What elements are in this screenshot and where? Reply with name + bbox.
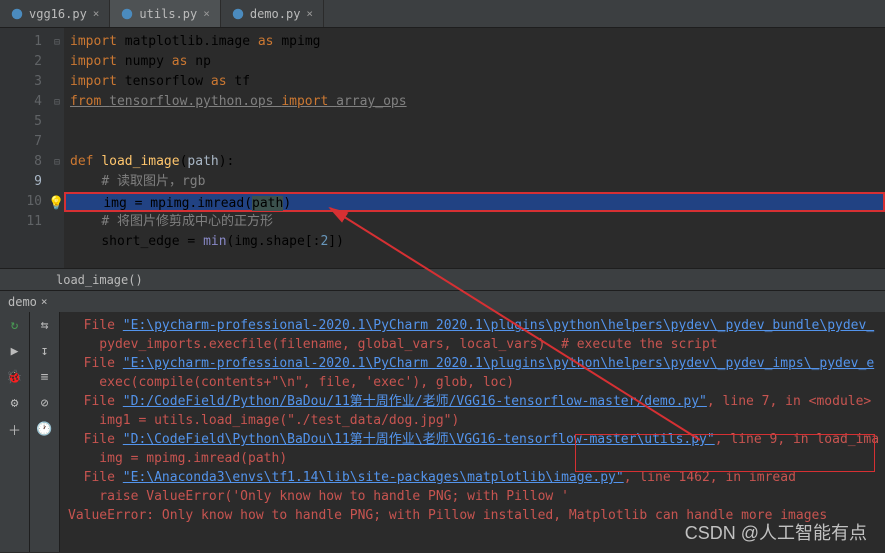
close-icon[interactable]: ×: [306, 7, 313, 20]
file-link[interactable]: "E:\pycharm-professional-2020.1\PyCharm …: [123, 318, 874, 333]
fold-minus-icon[interactable]: ⊟: [50, 32, 64, 52]
breadcrumb-bar[interactable]: load_image(): [0, 268, 885, 290]
console-toolbar-left: ↻ ▶ 🐞 ⚙ ＋: [0, 312, 30, 552]
line-number-gutter: 1 2 3 4 5 7 8 9 10 11: [0, 28, 50, 268]
console-tabs: demo ×: [0, 290, 885, 312]
code-content[interactable]: import matplotlib.image as mpimg import …: [64, 28, 885, 268]
line-number: 1: [0, 32, 42, 52]
watermark: CSDN @人工智能有点: [685, 519, 867, 545]
line-number: 2: [0, 52, 42, 72]
editor-tabs: vgg16.py × utils.py × demo.py ×: [0, 0, 885, 28]
line-number: 9: [0, 172, 42, 192]
file-link[interactable]: "E:\Anaconda3\envs\tf1.14\lib\site-packa…: [123, 470, 624, 485]
tab-utils[interactable]: utils.py ×: [110, 0, 220, 27]
lightbulb-icon[interactable]: 💡: [48, 194, 64, 214]
run-button[interactable]: ▶: [0, 338, 29, 364]
tab-label: utils.py: [139, 7, 197, 21]
add-button[interactable]: ＋: [0, 416, 29, 442]
python-file-icon: [231, 7, 245, 21]
file-link[interactable]: "D:/CodeField/Python/BaDou/11第十周作业/老师/VG…: [123, 394, 707, 409]
tab-demo[interactable]: demo.py ×: [221, 0, 324, 27]
line-number: 10: [0, 192, 42, 212]
tab-label: demo.py: [250, 7, 301, 21]
python-file-icon: [120, 7, 134, 21]
line-number: 11: [0, 212, 42, 232]
fold-minus-icon[interactable]: ⊟: [50, 152, 64, 172]
line-number: 4: [0, 92, 42, 112]
scroll-button[interactable]: ⊘: [30, 390, 59, 416]
line-number: 3: [0, 72, 42, 92]
python-file-icon: [10, 7, 24, 21]
clock-button[interactable]: 🕐: [30, 416, 59, 442]
close-icon[interactable]: ×: [93, 7, 100, 20]
close-icon[interactable]: ×: [203, 7, 210, 20]
line-number: 8: [0, 152, 42, 172]
breadcrumb-item[interactable]: load_image(): [56, 273, 143, 287]
console-toolbar-right: ⇆ ↧ ≡ ⊘ 🕐: [30, 312, 60, 552]
console-output[interactable]: File "E:\pycharm-professional-2020.1\PyC…: [60, 312, 885, 552]
fold-gutter: ⊟ ⊟ ⊟: [50, 28, 64, 268]
line-number: 7: [0, 132, 42, 152]
console-panel: ↻ ▶ 🐞 ⚙ ＋ ⇆ ↧ ≡ ⊘ 🕐 File "E:\pycharm-pro…: [0, 312, 885, 552]
rerun-button[interactable]: ↻: [0, 312, 29, 338]
close-icon[interactable]: ×: [41, 295, 48, 308]
tab-label: vgg16.py: [29, 7, 87, 21]
file-link[interactable]: "E:\pycharm-professional-2020.1\PyCharm …: [123, 356, 874, 371]
stop-button[interactable]: ⚙: [0, 390, 29, 416]
file-link[interactable]: "D:\CodeField\Python\BaDou\11第十周作业\老师\VG…: [123, 432, 715, 447]
line-number: 5: [0, 112, 42, 132]
current-line: 💡 img = mpimg.imread(path): [64, 192, 885, 212]
console-tab-demo[interactable]: demo ×: [0, 293, 56, 311]
fold-minus-icon[interactable]: ⊟: [50, 92, 64, 112]
soft-wrap-button[interactable]: ≡: [30, 364, 59, 390]
debug-button[interactable]: 🐞: [0, 364, 29, 390]
layout-button[interactable]: ↧: [30, 338, 59, 364]
code-editor[interactable]: 1 2 3 4 5 7 8 9 10 11 ⊟ ⊟ ⊟ import matpl…: [0, 28, 885, 268]
toggle-button[interactable]: ⇆: [30, 312, 59, 338]
tab-vgg16[interactable]: vgg16.py ×: [0, 0, 110, 27]
